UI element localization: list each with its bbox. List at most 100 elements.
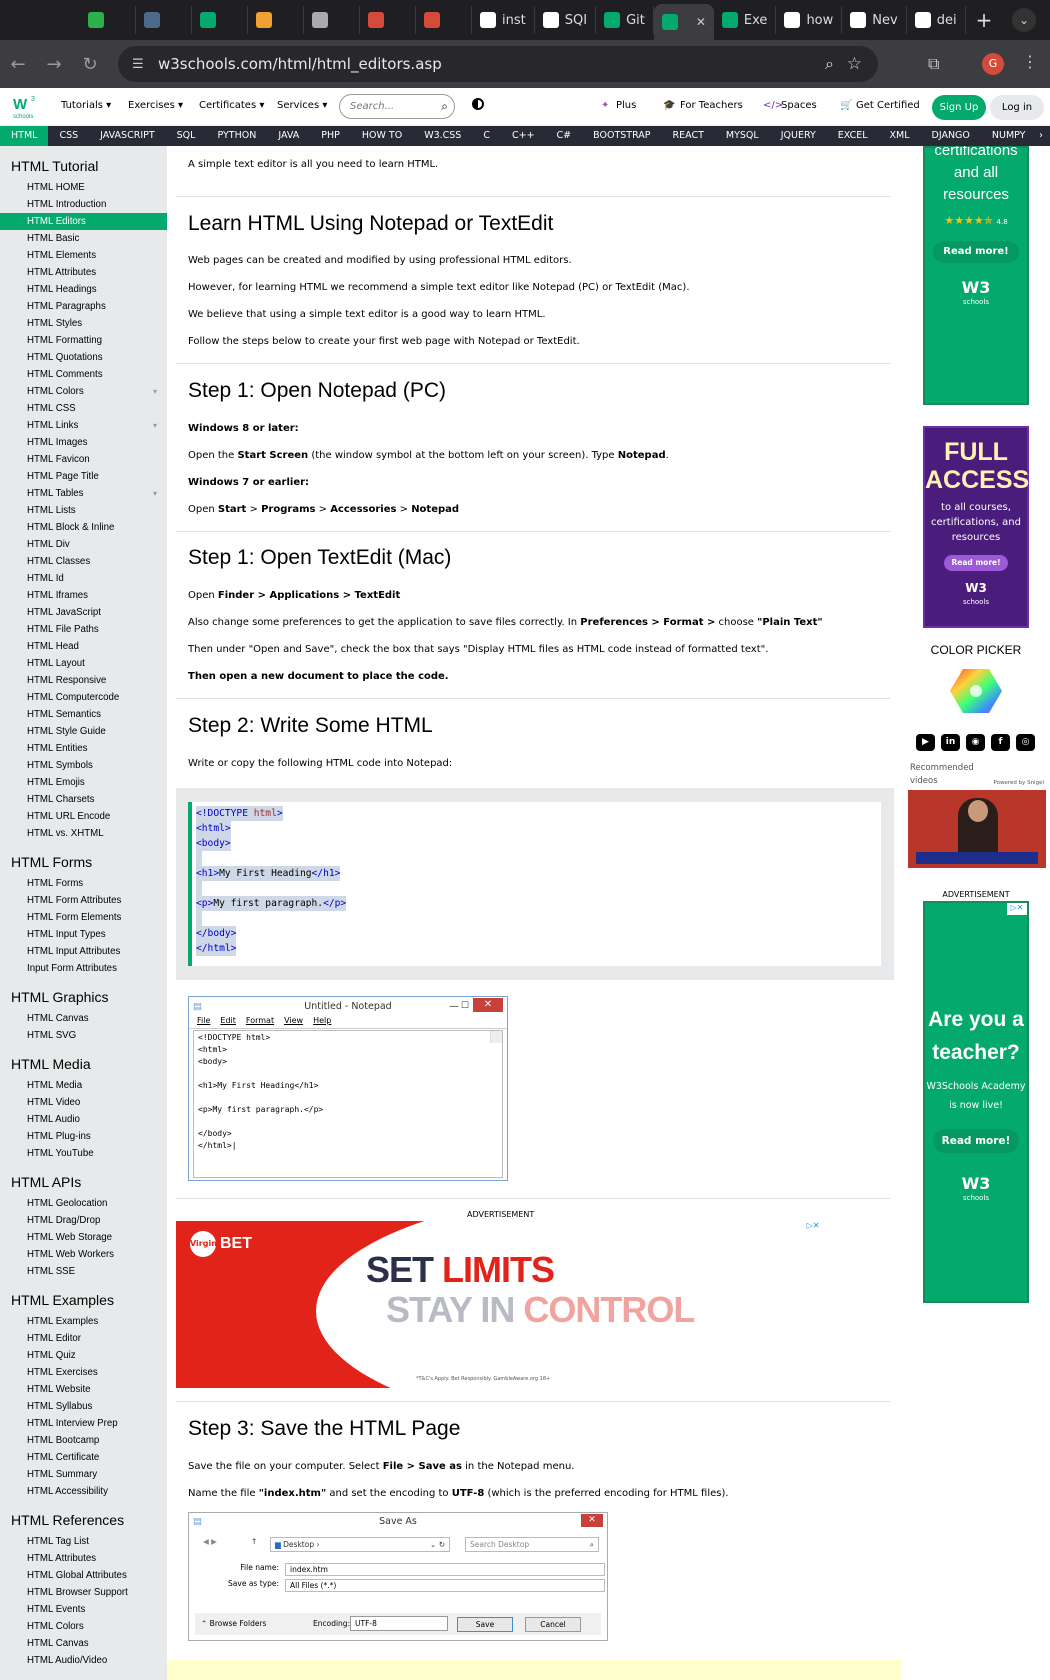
sidebar-item[interactable]: HTML Summary: [0, 1466, 167, 1483]
nav-tutorials[interactable]: Tutorials ▾: [61, 100, 111, 111]
extensions-icon[interactable]: ⧉: [928, 54, 939, 74]
address-bar[interactable]: ☰ w3schools.com/html/html_editors.asp ⌕ …: [118, 46, 878, 82]
sidebar-item[interactable]: HTML Video: [0, 1094, 167, 1111]
certifications-ad[interactable]: certifications and all resources ★★★★✯ 4…: [923, 146, 1029, 405]
sidebar-item[interactable]: HTML Certificate: [0, 1449, 167, 1466]
sidebar-item[interactable]: HTML Div: [0, 536, 167, 553]
lang-tab[interactable]: NUMPY: [981, 126, 1037, 146]
sidebar-item[interactable]: HTML Input Types: [0, 926, 167, 943]
bookmark-star-icon[interactable]: ☆: [847, 54, 862, 74]
ad3-read-more-button[interactable]: Read more!: [933, 1129, 1019, 1153]
sidebar-item[interactable]: HTML CSS: [0, 400, 167, 417]
sidebar-item[interactable]: HTML Block & Inline: [0, 519, 167, 536]
lang-tab[interactable]: CSS: [48, 126, 89, 146]
nav-certificates[interactable]: Certificates ▾: [199, 100, 264, 111]
chevron-down-icon[interactable]: ▾: [153, 485, 157, 502]
sidebar-item[interactable]: HTML Geolocation: [0, 1195, 167, 1212]
sidebar-item[interactable]: HTML Plug-ins: [0, 1128, 167, 1145]
nav-for-teachers[interactable]: For Teachers: [680, 100, 743, 111]
lang-tab[interactable]: REACT: [662, 126, 715, 146]
sidebar-item[interactable]: HTML YouTube: [0, 1145, 167, 1162]
browser-menu-icon[interactable]: ⋮: [1022, 52, 1038, 71]
lang-tab[interactable]: EXCEL: [827, 126, 879, 146]
code-block[interactable]: <!DOCTYPE html> <html> <body> <h1>My Fir…: [188, 802, 881, 966]
browser-tab[interactable]: inst: [472, 6, 535, 34]
sidebar-item[interactable]: Input Form Attributes: [0, 960, 167, 977]
lang-tab[interactable]: C++: [501, 126, 546, 146]
sidebar-item[interactable]: HTML Global Attributes: [0, 1567, 167, 1584]
w3schools-logo[interactable]: W 3 schools: [10, 92, 40, 122]
new-tab-icon[interactable]: +: [976, 8, 993, 32]
forward-icon[interactable]: →: [36, 54, 72, 75]
sidebar-item[interactable]: HTML Tables ▾: [0, 485, 167, 502]
virgin-bet-ad[interactable]: Virgin BET SET LIMITS STAY IN CONTROL *T…: [176, 1221, 823, 1388]
sidebar-item[interactable]: HTML Responsive: [0, 672, 167, 689]
ad2-read-more-button[interactable]: Read more!: [944, 555, 1008, 571]
sidebar-item[interactable]: HTML Basic: [0, 230, 167, 247]
lang-tab[interactable]: XML: [879, 126, 921, 146]
teacher-ad[interactable]: ▷✕ Are you a teacher? W3Schools Academy …: [923, 901, 1029, 1303]
sidebar-item[interactable]: HTML Charsets: [0, 791, 167, 808]
browser-tab[interactable]: [192, 6, 248, 34]
sidebar-item[interactable]: HTML Quotations: [0, 349, 167, 366]
sidebar-item[interactable]: HTML Canvas: [0, 1635, 167, 1652]
browser-tab[interactable]: Git: [596, 6, 654, 34]
browser-tab[interactable]: [304, 6, 360, 34]
browser-tab[interactable]: how: [776, 6, 843, 34]
lang-tab[interactable]: C: [472, 126, 501, 146]
sidebar-item[interactable]: HTML Syllabus: [0, 1398, 167, 1415]
sidebar-item[interactable]: HTML Tag List: [0, 1533, 167, 1550]
dark-mode-icon[interactable]: [472, 98, 484, 110]
browser-tab[interactable]: ✕: [653, 4, 714, 40]
sidebar-item[interactable]: HTML Emojis: [0, 774, 167, 791]
sidebar-item[interactable]: HTML Id: [0, 570, 167, 587]
chevron-down-icon[interactable]: ▾: [153, 417, 157, 434]
sidebar-item[interactable]: HTML Attributes: [0, 264, 167, 281]
sidebar-item[interactable]: HTML Semantics: [0, 706, 167, 723]
sidebar-item[interactable]: HTML Web Workers: [0, 1246, 167, 1263]
adchoices-icon[interactable]: ▷✕: [803, 1221, 823, 1233]
browser-tab[interactable]: Nev: [842, 6, 907, 34]
sidebar-item[interactable]: HTML Comments: [0, 366, 167, 383]
lang-tab[interactable]: PYTHON: [206, 126, 267, 146]
browser-tab[interactable]: [136, 6, 192, 34]
sidebar-item[interactable]: HTML Introduction: [0, 196, 167, 213]
sidebar-item[interactable]: HTML HOME: [0, 179, 167, 196]
sidebar-item[interactable]: HTML Page Title: [0, 468, 167, 485]
log-in-button[interactable]: Log in: [990, 95, 1044, 120]
sidebar-item[interactable]: HTML vs. XHTML: [0, 825, 167, 842]
browser-tab[interactable]: Exe: [714, 6, 777, 34]
sidebar-item[interactable]: HTML Colors: [0, 1618, 167, 1635]
nav-spaces[interactable]: Spaces: [781, 100, 817, 111]
sidebar-item[interactable]: HTML Form Elements: [0, 909, 167, 926]
sidebar-item[interactable]: HTML Exercises: [0, 1364, 167, 1381]
lang-tab[interactable]: HOW TO: [351, 126, 413, 146]
sidebar-item[interactable]: HTML Input Attributes: [0, 943, 167, 960]
lang-tab[interactable]: JAVASCRIPT: [89, 126, 166, 146]
sidebar-item[interactable]: HTML Layout: [0, 655, 167, 672]
search-icon[interactable]: ⌕: [441, 99, 448, 114]
lang-tab[interactable]: PHP: [310, 126, 351, 146]
lang-tab[interactable]: HTML: [0, 126, 49, 146]
sign-up-button[interactable]: Sign Up: [932, 95, 986, 120]
sidebar-item[interactable]: HTML Elements: [0, 247, 167, 264]
sidebar-item[interactable]: HTML Canvas: [0, 1010, 167, 1027]
sidebar-item[interactable]: HTML Formatting: [0, 332, 167, 349]
lang-tab[interactable]: W3.CSS: [413, 126, 472, 146]
sidebar-item[interactable]: HTML URL Encode: [0, 808, 167, 825]
discord-icon[interactable]: ◉: [966, 734, 985, 751]
instagram-icon[interactable]: ◎: [1016, 734, 1035, 751]
nav-exercises[interactable]: Exercises ▾: [128, 100, 183, 111]
linkedin-icon[interactable]: in: [941, 734, 960, 751]
sidebar-item[interactable]: HTML SVG: [0, 1027, 167, 1044]
sidebar-item[interactable]: HTML Favicon: [0, 451, 167, 468]
zoom-icon[interactable]: ⌕: [825, 54, 834, 74]
sidebar-item[interactable]: HTML Drag/Drop: [0, 1212, 167, 1229]
sidebar-item[interactable]: HTML Interview Prep: [0, 1415, 167, 1432]
sidebar-item[interactable]: HTML Entities: [0, 740, 167, 757]
sidebar-item[interactable]: HTML Bootcamp: [0, 1432, 167, 1449]
lang-tab[interactable]: JAVA: [267, 126, 310, 146]
sidebar-item[interactable]: HTML Lists: [0, 502, 167, 519]
sidebar-item[interactable]: HTML Classes: [0, 553, 167, 570]
browser-tab[interactable]: SQI: [535, 6, 597, 34]
